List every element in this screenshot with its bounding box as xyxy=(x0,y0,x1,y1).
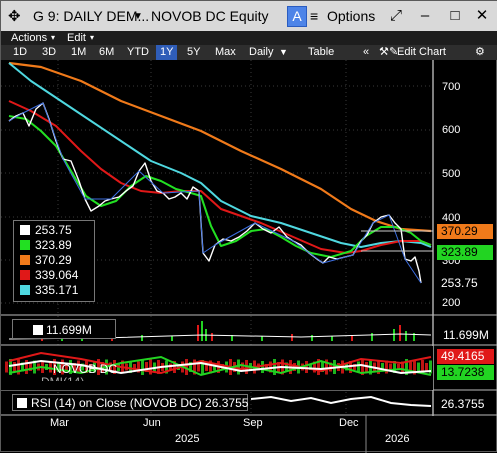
dmi-sub-label: DMI(14) xyxy=(41,376,84,381)
dmi-label: NOVOB DC xyxy=(53,362,118,376)
legend-row: 339.064 xyxy=(20,269,78,282)
volume-swatch xyxy=(33,325,43,335)
price-tag-ma-orange: 370.29 xyxy=(437,224,493,239)
rsi-label: RSI (14) on Close (NOVOB DC) 26.3755 xyxy=(31,396,249,410)
volume-bar xyxy=(311,335,313,341)
legend-row: 370.29 xyxy=(20,254,72,267)
dmi-hist-bar xyxy=(237,359,240,375)
axis-tick-200: 200 xyxy=(442,297,461,309)
x-month-dec: Dec xyxy=(339,417,359,429)
volume-tag: 11.699M xyxy=(439,328,495,343)
axis-tick-700: 700 xyxy=(442,81,461,93)
volume-bar xyxy=(261,336,263,341)
x-month-jun: Jun xyxy=(143,417,161,429)
legend-swatch xyxy=(20,225,30,235)
volume-legend[interactable]: 11.699M xyxy=(12,319,116,339)
dmi-hist-bar xyxy=(417,362,420,372)
chart-window: ✥ G 9: DAILY DEM... ▼ NOVOB DC Equity A … xyxy=(0,0,497,453)
legend-row: 253.75 xyxy=(20,224,72,237)
dmi-hist-bar xyxy=(261,361,264,373)
dmi-hist-bar xyxy=(13,362,16,372)
rsi-tag: 26.3755 xyxy=(437,397,494,412)
volume-bar xyxy=(141,335,143,341)
legend-swatch xyxy=(20,255,30,265)
dmi-hist-bar xyxy=(49,361,52,373)
x-year-2025: 2025 xyxy=(175,433,200,445)
dmi-tag-red: 49.4165 xyxy=(437,349,494,364)
volume-label: 11.699M xyxy=(46,323,92,337)
legend-value: 339.064 xyxy=(35,268,79,282)
dmi-hist-bar xyxy=(141,359,144,375)
dmi-hist-bar xyxy=(5,361,8,373)
axis-tick-500: 500 xyxy=(442,168,461,180)
dmi-tag-green: 13.7238 xyxy=(437,365,494,380)
x-month-mar: Mar xyxy=(50,417,69,429)
price-tag-ma-green: 323.89 xyxy=(437,245,493,260)
volume-bar xyxy=(331,336,333,341)
legend-swatch xyxy=(20,270,30,280)
legend-value: 253.75 xyxy=(35,223,72,237)
volume-bar xyxy=(405,331,407,341)
x-month-sep: Sep xyxy=(243,417,263,429)
legend-row: 323.89 xyxy=(20,239,72,252)
legend-box[interactable]: 253.75 323.89 370.29 339.064 335.171 xyxy=(13,220,95,302)
dmi-hist-bar xyxy=(357,361,360,373)
x-year-2026: 2026 xyxy=(385,433,410,445)
volume-bar xyxy=(197,325,199,341)
price-tag-last: 253.75 xyxy=(437,276,493,291)
volume-bar xyxy=(201,321,203,341)
volume-bar xyxy=(393,329,395,341)
volume-bar xyxy=(399,325,401,341)
dmi-hist-bar xyxy=(425,363,428,371)
rsi-swatch xyxy=(17,398,27,408)
volume-bar xyxy=(291,334,293,341)
legend-row: 335.171 xyxy=(20,284,78,297)
axis-tick-600: 600 xyxy=(442,124,461,136)
legend-value: 335.171 xyxy=(35,283,79,297)
volume-bar xyxy=(171,336,173,341)
rsi-legend[interactable]: RSI (14) on Close (NOVOB DC) 26.3755 xyxy=(12,394,248,411)
axis-tick-400: 400 xyxy=(442,212,461,224)
legend-value: 370.29 xyxy=(35,253,72,267)
legend-value: 323.89 xyxy=(35,238,72,252)
legend-swatch xyxy=(20,285,30,295)
legend-swatch xyxy=(20,240,30,250)
volume-bar xyxy=(211,333,213,341)
volume-bar xyxy=(371,333,373,341)
